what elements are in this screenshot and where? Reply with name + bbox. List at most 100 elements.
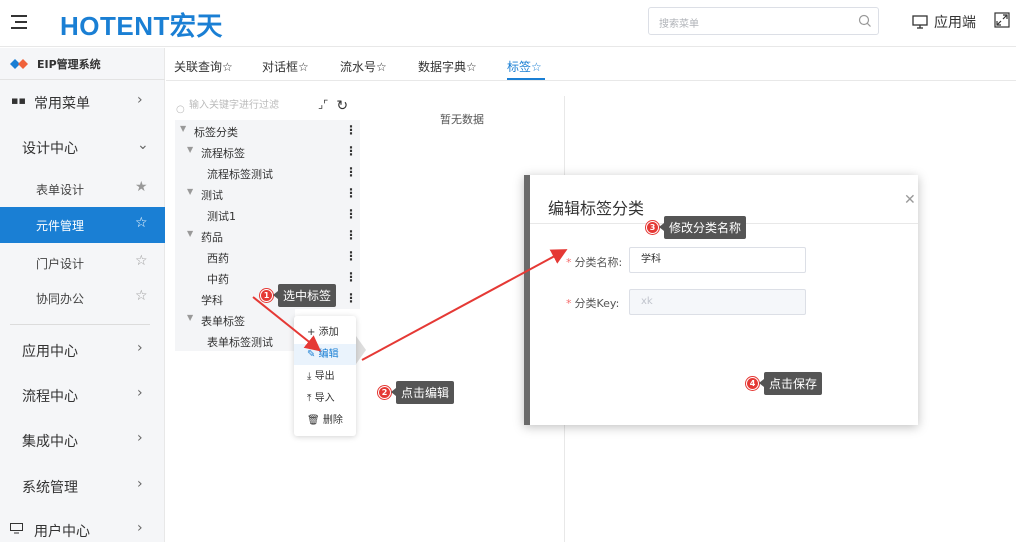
callout-2: 2 点击编辑 [378,380,455,404]
star-outline-icon[interactable]: ☆ [135,215,148,231]
more-vertical-icon[interactable]: ⋮ [345,291,357,305]
chevron-right-icon: › [137,520,143,536]
search-placeholder: 搜索菜单 [659,19,699,30]
tree-filter-placeholder: 输入关键字进行过滤 [189,100,279,111]
sidebar-item-app-center[interactable]: 应用中心 › [0,336,165,364]
menu-item-edit[interactable]: ✎ 编辑 [294,344,356,365]
monitor-icon [10,523,23,534]
tree-node[interactable]: ▼ 测试 ⋮ [175,183,360,204]
more-vertical-icon[interactable]: ⋮ [345,207,357,221]
more-vertical-icon[interactable]: ⋮ [345,165,357,179]
star-outline-icon[interactable]: ☆ [135,288,148,304]
callout-4[interactable]: 4 点击保存 [746,371,823,395]
sidebar-item-integration-center[interactable]: 集成中心 › [0,426,165,454]
caret-down-icon: ▼ [187,187,194,196]
sidebar-item-label: 常用菜单 [34,96,90,112]
export-icon: ⤓ [307,371,312,382]
tree-node-label: 表单标签测试 [207,336,273,349]
callout-text: 修改分类名称 [658,215,747,239]
caret-down-icon: ▼ [187,145,194,154]
grid-icon: ▪▪ [11,94,26,107]
callout-text: 选中标签 [272,283,337,307]
app-end-link[interactable]: 应用端 [912,12,976,32]
more-vertical-icon[interactable]: ⋮ [345,270,357,284]
sidebar-item-label: 表单设计 [36,183,85,197]
callout-text: 点击保存 [758,371,823,395]
sidebar-item-label: 系统管理 [22,480,78,496]
edit-tag-category-dialog: 编辑标签分类 ✕ * 分类名称: 学科 * 分类Key: xk [524,175,918,425]
tree-node[interactable]: ▼ 药品 ⋮ [175,225,360,246]
close-icon[interactable]: ✕ [904,192,916,208]
tab-serial-number[interactable]: 流水号☆ [340,58,387,75]
active-tab-indicator [507,78,545,80]
callout-number: 4 [746,376,759,390]
tree-node-label: 流程标签测试 [207,168,273,181]
tree-node-label: 测试 [201,189,223,202]
sidebar-item-label: 设计中心 [22,141,78,157]
category-key-input: xk [629,289,806,315]
sidebar-item-form-design[interactable]: 表单设计 ★ [0,171,165,207]
sidebar-item-system-management[interactable]: 系统管理 › [0,472,165,500]
sidebar-item-collaboration[interactable]: 协同办公 ☆ [0,280,165,316]
tree-node[interactable]: ▼ 表单标签 [175,309,295,330]
import-icon: ⤒ [307,393,312,404]
tab-tags[interactable]: 标签☆ [507,58,542,75]
tree-node-label: 标签分类 [194,126,238,139]
search-icon: ○ [176,104,185,115]
refresh-icon[interactable]: ↻ [336,98,348,114]
tab-data-dictionary[interactable]: 数据字典☆ [418,58,477,75]
menu-search-input[interactable]: 搜索菜单 [648,7,879,35]
sidebar-item-portal-design[interactable]: 门户设计 ☆ [0,245,165,281]
sidebar-item-label: 流程中心 [22,389,78,405]
more-vertical-icon[interactable]: ⋮ [345,186,357,200]
tree-node[interactable]: 测试1 ⋮ [175,204,360,225]
tree-node[interactable]: 西药 ⋮ [175,246,360,267]
tab-related-query[interactable]: 关联查询☆ [174,58,233,75]
star-outline-icon[interactable]: ☆ [135,253,148,269]
star-filled-icon[interactable]: ★ [135,179,148,195]
menu-item-export[interactable]: ⤓ 导出 [294,366,356,387]
sidebar-item-flow-center[interactable]: 流程中心 › [0,381,165,409]
callout-number: 3 [646,220,659,234]
sidebar-item-component-management[interactable]: 元件管理 ☆ [0,207,165,243]
tree-node-label: 学科 [201,294,223,307]
tab-bar: 关联查询☆ 对话框☆ 流水号☆ 数据字典☆ 标签☆ [166,48,1016,81]
tree-filter-input[interactable]: ○ 输入关键字进行过滤 [175,96,315,116]
more-vertical-icon[interactable]: ⋮ [345,228,357,242]
sidebar-item-common-menu[interactable]: ▪▪ 常用菜单 › [0,88,165,116]
callout-number: 1 [260,288,273,302]
menu-item-delete[interactable]: 🗑 删除 [294,410,356,431]
app-end-label: 应用端 [934,15,976,31]
chevron-right-icon: › [137,430,143,446]
system-name: EIP管理系统 [37,57,101,71]
more-vertical-icon[interactable]: ⋮ [345,123,357,137]
tree-node[interactable]: ▼ 流程标签 ⋮ [175,141,360,162]
search-icon[interactable] [858,14,872,28]
menu-toggle-icon[interactable] [11,13,27,31]
sidebar-item-design-center[interactable]: 设计中心 ⌄ [0,133,165,161]
sidebar-item-label: 用户中心 [34,524,90,540]
menu-item-import[interactable]: ⤒ 导入 [294,388,356,409]
label-text: 分类Key: [574,297,620,310]
dialog-title: 编辑标签分类 [548,199,645,218]
menu-item-add[interactable]: + 添加 [294,322,356,343]
more-vertical-icon[interactable]: ⋮ [345,249,357,263]
tree-node-label: 流程标签 [201,147,245,160]
callout-number: 2 [378,385,391,399]
tree-node[interactable]: 流程标签测试 ⋮ [175,162,360,183]
caret-down-icon: ▼ [187,313,194,322]
collapse-icon[interactable]: ⌟⌜ [318,98,328,114]
more-vertical-icon[interactable]: ⋮ [345,144,357,158]
tab-dialog[interactable]: 对话框☆ [262,58,309,75]
context-menu-pointer [356,336,366,364]
system-title: EIP管理系统 [0,48,165,80]
tree-node[interactable]: 表单标签测试 [175,330,295,351]
sidebar-item-label: 协同办公 [36,292,85,306]
tree-node-label: 药品 [201,231,223,244]
category-name-input[interactable]: 学科 [629,247,806,273]
fullscreen-icon[interactable] [994,12,1010,28]
sidebar-item-user-center[interactable]: 用户中心 › [0,517,165,542]
callout-3: 3 修改分类名称 [646,215,747,239]
category-name-label: * 分类名称: [566,256,623,269]
tree-node[interactable]: ▼ 标签分类 ⋮ [175,120,360,141]
